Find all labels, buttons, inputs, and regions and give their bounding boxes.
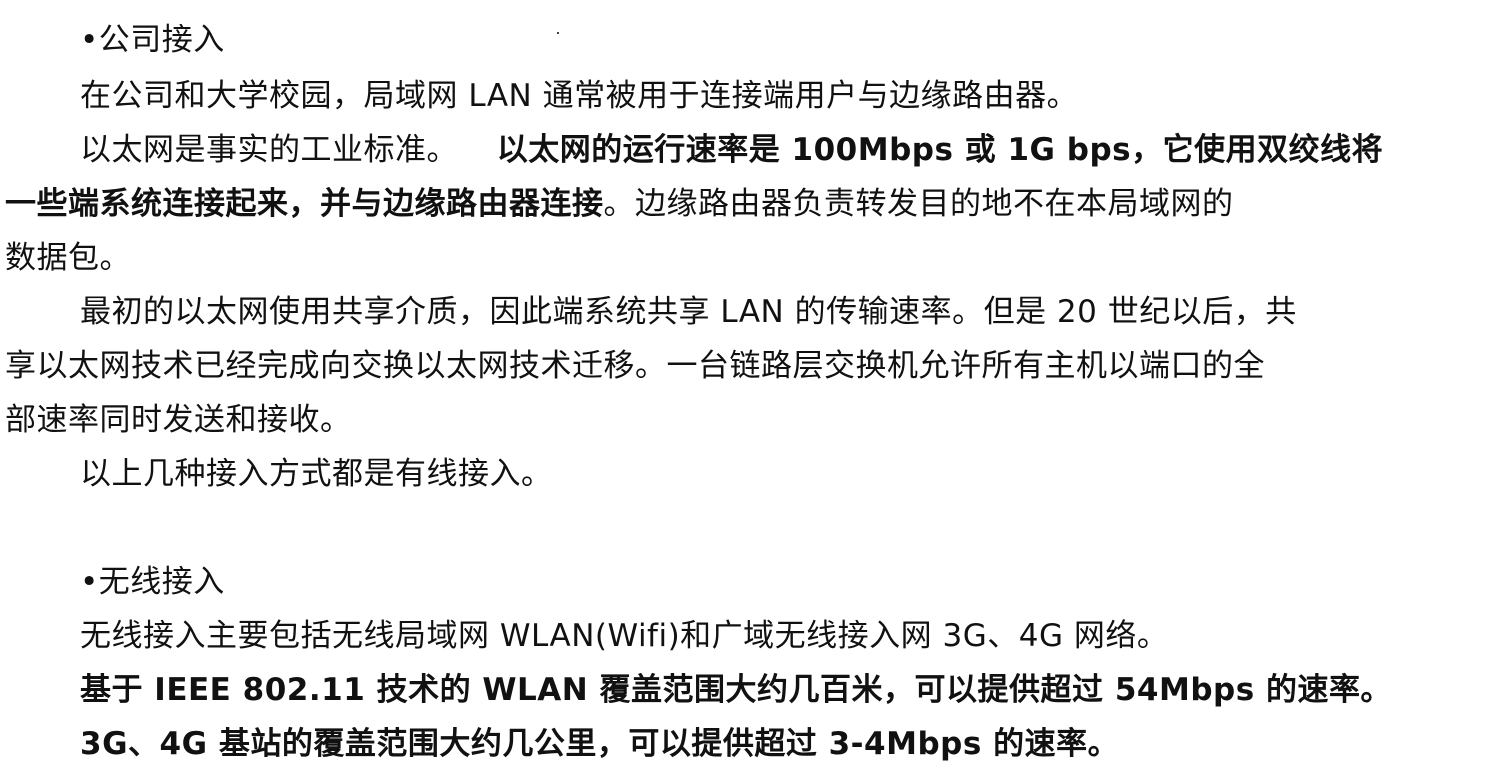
paragraph-line: 以太网是事实的工业标准。 以太网的运行速率是 100Mbps 或 1G bps，…	[80, 132, 1383, 168]
paragraph-line: 部速率同时发送和接收。	[5, 402, 352, 438]
paragraph-line: 数据包。	[5, 240, 131, 276]
document-page: •公司接入 在公司和大学校园，局域网 LAN 通常被用于连接端用户与边缘路由器。…	[0, 0, 1485, 775]
paragraph-line-bold: 3G、4G 基站的覆盖范围大约几公里，可以提供超过 3-4Mbps 的速率。	[80, 726, 1120, 762]
paragraph-line: 最初的以太网使用共享介质，因此端系统共享 LAN 的传输速率。但是 20 世纪以…	[80, 294, 1297, 330]
section-heading-wireless-access: •无线接入	[80, 564, 225, 600]
paragraph-line: 享以太网技术已经完成向交换以太网技术迁移。一台链路层交换机允许所有主机以端口的全	[5, 348, 1265, 384]
stray-dot	[557, 32, 559, 34]
paragraph-line-bold: 基于 IEEE 802.11 技术的 WLAN 覆盖范围大约几百米，可以提供超过…	[80, 672, 1392, 708]
text-normal: 。边缘路由器负责转发目的地不在本局域网的	[603, 186, 1234, 222]
paragraph-line: 以上几种接入方式都是有线接入。	[80, 456, 553, 492]
paragraph-line: 一些端系统连接起来，并与边缘路由器连接。边缘路由器负责转发目的地不在本局域网的	[5, 186, 1234, 222]
text-normal: 以太网是事实的工业标准。	[80, 132, 458, 168]
text-bold: 以太网的运行速率是 100Mbps 或 1G bps，它使用双绞线将	[496, 132, 1384, 168]
paragraph-line: 在公司和大学校园，局域网 LAN 通常被用于连接端用户与边缘路由器。	[80, 78, 1079, 114]
text-bold: 一些端系统连接起来，并与边缘路由器连接	[5, 186, 604, 222]
paragraph-line: 无线接入主要包括无线局域网 WLAN(Wifi)和广域无线接入网 3G、4G 网…	[80, 618, 1169, 654]
section-heading-company-access: •公司接入	[80, 22, 225, 58]
